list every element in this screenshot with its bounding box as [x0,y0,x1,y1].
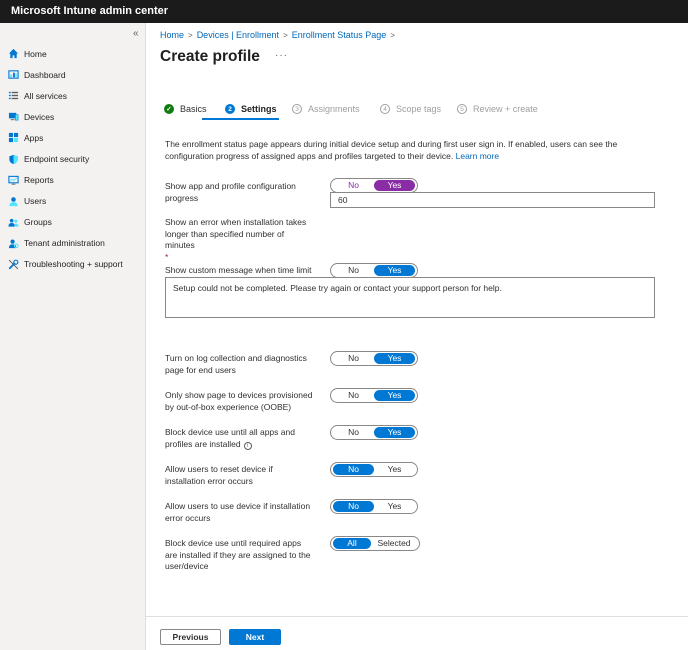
breadcrumb-home[interactable]: Home [160,30,184,40]
sidebar-item-label: Troubleshooting + support [24,259,123,270]
step-scope-tags[interactable]: 4 Scope tags [380,102,441,116]
sidebar-item-troubleshooting[interactable]: Troubleshooting + support [0,254,146,275]
error-minutes-input[interactable]: 60 [330,192,655,208]
intro-text: The enrollment status page appears durin… [165,138,650,162]
toggle-option-no[interactable]: No [333,180,374,191]
collapse-sidebar-icon[interactable]: « [133,28,139,39]
step-label: Review + create [473,104,538,114]
main-content: Home > Devices | Enrollment > Enrollment Sta… [146,23,688,650]
chevron-right-icon: > [188,31,193,40]
chevron-right-icon: > [390,31,395,40]
sidebar-item-home[interactable]: Home [0,43,146,64]
sidebar-item-devices[interactable]: Devices [0,106,146,127]
list-icon [8,92,19,100]
toggle-option-yes[interactable]: Yes [374,180,415,191]
shield-icon [9,154,18,164]
intro-description: The enrollment status page appears durin… [165,139,618,161]
custom-message-textarea[interactable]: Setup could not be completed. Please try… [165,277,655,318]
chevron-right-icon: > [283,31,288,40]
sidebar-item-tenant-administration[interactable]: Tenant administration [0,233,146,254]
sidebar-item-label: Users [24,196,47,207]
groups-icon [8,218,19,227]
app-title-bar: Microsoft Intune admin center [0,0,688,23]
sidebar-item-label: Apps [24,132,44,143]
sidebar: « Home Dashboard All services Devices Ap… [0,23,146,650]
step-number: 5 [457,104,467,114]
step-label: Settings [241,104,277,114]
show-progress-toggle[interactable]: No Yes [330,178,418,193]
reports-icon [8,175,19,185]
sidebar-item-apps[interactable]: Apps [0,127,146,148]
sidebar-item-label: All services [24,90,67,101]
sidebar-item-reports[interactable]: Reports [0,170,146,191]
required-indicator: * [165,251,169,262]
learn-more-link[interactable]: Learn more [456,151,499,161]
home-icon [8,48,19,59]
step-review-create[interactable]: 5 Review + create [457,102,538,116]
sidebar-item-label: Dashboard [24,69,66,80]
user-icon [9,196,18,206]
breadcrumb-enrollment-status-page[interactable]: Enrollment Status Page [292,30,387,40]
page-title: Create profile [160,48,260,65]
sidebar-item-all-services[interactable]: All services [0,85,146,106]
more-options-icon[interactable]: ··· [275,50,288,61]
tenant-admin-icon [8,239,19,249]
sidebar-item-label: Home [24,48,47,59]
error-minutes-text: Show an error when installation takes lo… [165,217,307,250]
sidebar-item-users[interactable]: Users [0,191,146,212]
step-label: Basics [180,104,207,114]
error-minutes-label: Show an error when installation takes lo… [165,217,315,263]
checkmark-icon: ✓ [164,104,174,114]
device-icon [8,113,19,121]
app-title: Microsoft Intune admin center [11,5,169,17]
active-step-indicator [202,118,279,120]
step-number: 3 [292,104,302,114]
sidebar-item-endpoint-security[interactable]: Endpoint security [0,148,146,169]
sidebar-item-label: Tenant administration [24,238,105,249]
footer-divider [146,616,688,617]
step-assignments[interactable]: 3 Assignments [292,102,360,116]
apps-grid-icon [8,133,19,143]
show-progress-label: Show app and profile configuration progr… [165,181,296,203]
step-number: 4 [380,104,390,114]
step-label: Scope tags [396,104,442,114]
sidebar-item-label: Endpoint security [24,154,90,165]
sidebar-item-label: Devices [24,111,55,122]
sidebar-item-groups[interactable]: Groups [0,212,146,233]
dashboard-icon [8,70,19,79]
wrench-icon [8,259,19,270]
breadcrumb-devices-enrollment[interactable]: Devices | Enrollment [197,30,279,40]
breadcrumb: Home > Devices | Enrollment > Enrollment Sta… [160,30,399,40]
wizard-steps: ✓ Basics 2 Settings 3 Assignments 4 Scop… [164,102,684,116]
step-settings[interactable]: 2 Settings [225,102,277,116]
step-basics[interactable]: ✓ Basics [164,102,207,116]
sidebar-item-label: Reports [24,175,54,186]
sidebar-item-label: Groups [24,217,52,228]
step-number: 2 [225,104,235,114]
step-label: Assignments [308,104,360,114]
sidebar-item-dashboard[interactable]: Dashboard [0,64,146,85]
sidebar-nav: Home Dashboard All services Devices Apps… [0,43,146,275]
